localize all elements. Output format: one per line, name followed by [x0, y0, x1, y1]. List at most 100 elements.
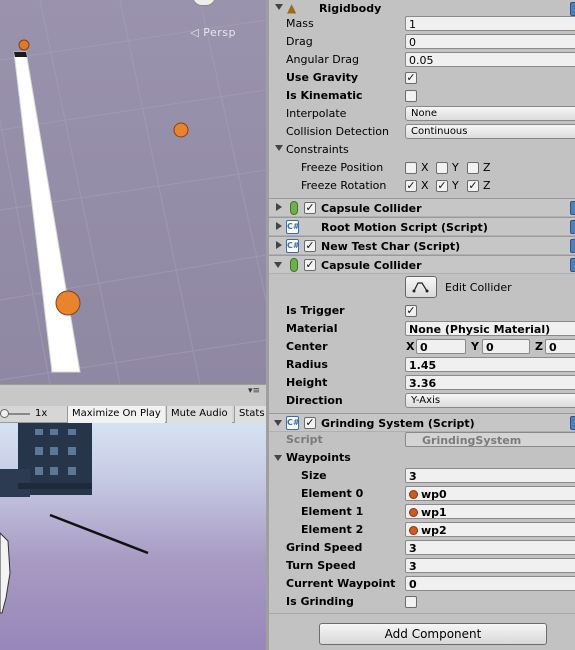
script-field: GrindingSystem [405, 432, 575, 447]
is-grinding-checkbox[interactable] [405, 596, 417, 608]
is-trigger-checkbox[interactable]: ✓ [405, 305, 417, 317]
interpolate-label: Interpolate [286, 107, 347, 120]
capsule-collider-icon [290, 258, 298, 272]
capsule-collider-2-foldout-icon[interactable] [274, 262, 282, 268]
grinding-system-enabled-checkbox[interactable]: ✓ [304, 417, 316, 429]
rigidbody-help-icon[interactable] [570, 2, 575, 16]
script-label: Script [286, 433, 323, 446]
angular-drag-field[interactable]: 0.05 [405, 52, 575, 67]
game-scene [0, 423, 149, 614]
mute-audio-toggle[interactable]: Mute Audio [166, 406, 232, 423]
mass-label: Mass [286, 17, 314, 30]
root-motion-help-icon[interactable] [570, 220, 575, 234]
grinding-system-header[interactable]: C# ✓ Grinding System (Script) [269, 413, 575, 432]
freeze-rotation-y-checkbox[interactable]: ✓ [436, 180, 448, 192]
center-x-field[interactable]: 0 [416, 339, 466, 354]
capsule-collider-2-help-icon[interactable] [570, 258, 575, 272]
stats-toggle[interactable]: Stats [234, 406, 269, 423]
grind-speed-field[interactable]: 3 [405, 540, 575, 555]
freeze-position-x-checkbox[interactable] [405, 162, 417, 174]
capsule-collider-1-foldout-icon[interactable] [276, 203, 282, 211]
element-1-field[interactable]: wp1 [405, 504, 575, 519]
game-menu-icon[interactable]: ▾≡ [248, 386, 260, 396]
capsule-collider-1-enabled-checkbox[interactable]: ✓ [304, 202, 316, 214]
root-motion-script-header[interactable]: C# Root Motion Script (Script) [269, 217, 575, 236]
interpolate-row: Interpolate None [269, 105, 575, 123]
collision-detection-dropdown[interactable]: Continuous [405, 124, 575, 139]
center-y-field[interactable]: 0 [482, 339, 530, 354]
waypoint-wp2 [55, 290, 81, 316]
root-motion-foldout-icon[interactable] [276, 222, 282, 230]
interpolate-dropdown[interactable]: None [405, 106, 575, 121]
scale-slider-knob[interactable] [0, 409, 9, 418]
element-0-value: wp0 [421, 488, 447, 501]
center-label: Center [286, 340, 328, 353]
waypoint-wp1 [173, 122, 189, 138]
capsule-collider-2-header[interactable]: ✓ Capsule Collider [269, 255, 575, 274]
gameobject-icon [409, 508, 418, 517]
waypoints-foldout-icon[interactable] [274, 455, 282, 461]
center-x-label: X [406, 340, 415, 353]
is-kinematic-checkbox[interactable] [405, 90, 417, 102]
constraints-foldout-icon[interactable] [275, 145, 283, 151]
mass-field[interactable]: 1 [405, 16, 575, 31]
add-component-button[interactable]: Add Component [319, 623, 547, 645]
edit-collider-label: Edit Collider [445, 281, 512, 294]
height-label: Height [286, 376, 328, 389]
waypoints-row[interactable]: Waypoints [269, 449, 575, 467]
direction-label: Direction [286, 394, 343, 407]
constraints-row[interactable]: Constraints [269, 141, 575, 159]
drag-field[interactable]: 0 [405, 34, 575, 49]
freeze-rotation-y-label: Y [452, 179, 459, 192]
freeze-rotation-label: Freeze Rotation [301, 179, 387, 192]
current-waypoint-row: Current Waypoint 0 [269, 575, 575, 593]
grind-speed-row: Grind Speed 3 [269, 539, 575, 557]
turn-speed-field[interactable]: 3 [405, 558, 575, 573]
scene-view[interactable]: ◁ Persp [0, 0, 266, 384]
new-test-char-enabled-checkbox[interactable]: ✓ [304, 240, 316, 252]
freeze-position-y-checkbox[interactable] [436, 162, 448, 174]
current-waypoint-field[interactable]: 0 [405, 576, 575, 591]
element-0-field[interactable]: wp0 [405, 486, 575, 501]
freeze-rotation-x-checkbox[interactable]: ✓ [405, 180, 417, 192]
element-2-field[interactable]: wp2 [405, 522, 575, 537]
center-z-field[interactable]: 0 [545, 339, 575, 354]
grinding-system-help-icon[interactable] [570, 416, 575, 430]
freeze-position-z-checkbox[interactable] [467, 162, 479, 174]
use-gravity-checkbox[interactable]: ✓ [405, 72, 417, 84]
direction-row: Direction Y-Axis [269, 392, 575, 410]
capsule-collider-1-header[interactable]: ✓ Capsule Collider [269, 198, 575, 217]
material-label: Material [286, 322, 338, 335]
material-field[interactable]: None (Physic Material) [405, 321, 575, 336]
freeze-rotation-z-checkbox[interactable]: ✓ [467, 180, 479, 192]
capsule-collider-2-title: Capsule Collider [321, 259, 422, 272]
is-grinding-row: Is Grinding [269, 593, 575, 611]
edit-collider-button[interactable] [405, 276, 437, 298]
freeze-rotation-row: Freeze Rotation ✓ X ✓ Y ✓ Z [269, 177, 575, 195]
size-field[interactable]: 3 [405, 468, 575, 483]
element-0-row: Element 0 wp0 [269, 485, 575, 503]
radius-label: Radius [286, 358, 328, 371]
new-test-char-help-icon[interactable] [570, 239, 575, 253]
game-rail [49, 513, 149, 555]
grinding-system-foldout-icon[interactable] [274, 420, 282, 426]
rigidbody-foldout-icon[interactable] [275, 4, 283, 10]
maximize-on-play-toggle[interactable]: Maximize On Play [67, 406, 165, 423]
capsule-collider-2-enabled-checkbox[interactable]: ✓ [304, 259, 316, 271]
radius-field[interactable]: 1.45 [405, 357, 575, 372]
script-icon: C# [286, 220, 300, 234]
height-field[interactable]: 3.36 [405, 375, 575, 390]
rigidbody-icon: ▲ [287, 1, 297, 15]
new-test-char-foldout-icon[interactable] [276, 241, 282, 249]
mass-row: Mass 1 [269, 15, 575, 33]
persp-label[interactable]: ◁ Persp [190, 26, 236, 39]
freeze-rotation-z-label: Z [483, 179, 491, 192]
game-view[interactable] [0, 423, 266, 650]
new-test-char-header[interactable]: C# ✓ New Test Char (Script) [269, 236, 575, 255]
capsule-collider-1-help-icon[interactable] [570, 201, 575, 215]
inspector-panel: ▲ Rigidbody Mass 1 Drag 0 Angular Drag 0… [266, 0, 575, 650]
freeze-rotation-x-label: X [421, 179, 429, 192]
direction-dropdown[interactable]: Y-Axis [405, 393, 575, 408]
use-gravity-row: Use Gravity ✓ [269, 69, 575, 87]
waypoint-wp0 [18, 39, 30, 51]
